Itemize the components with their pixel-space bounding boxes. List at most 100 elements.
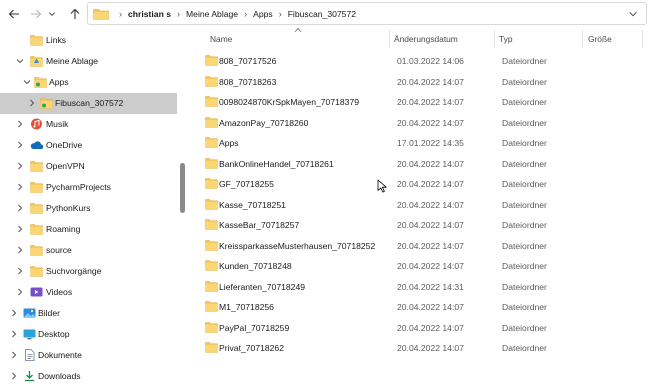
folder-icon bbox=[205, 321, 218, 333]
address-bar[interactable]: › christian s › Meine Ablage › Apps › Fi… bbox=[87, 2, 647, 25]
folder-icon bbox=[205, 219, 218, 230]
sidebar-item-source[interactable]: source bbox=[0, 240, 177, 261]
file-row[interactable]: KasseBar_70718257 20.04.2022 14:07 Datei… bbox=[202, 215, 642, 235]
file-date: 20.04.2022 14:31 bbox=[397, 281, 464, 292]
file-type: Dateiordner bbox=[502, 138, 547, 148]
column-header-size[interactable]: Größe bbox=[588, 28, 638, 50]
chevron-right-icon[interactable] bbox=[9, 329, 19, 339]
file-row[interactable]: AmazonPay_70718260 20.04.2022 14:07 Date… bbox=[202, 113, 642, 133]
file-row[interactable]: M1_70718256 20.04.2022 14:07 Dateiordner bbox=[202, 297, 642, 317]
music-icon bbox=[31, 118, 42, 130]
cloud-icon bbox=[30, 141, 43, 149]
sidebar-scrollbar-thumb[interactable] bbox=[180, 163, 185, 213]
sidebar-item-musik[interactable]: Musik bbox=[0, 114, 177, 135]
file-row[interactable]: Apps 17.01.2022 14:35 Dateiordner bbox=[202, 133, 642, 153]
chevron-right-icon[interactable] bbox=[27, 98, 37, 108]
google-drive-icon bbox=[30, 56, 43, 67]
column-header-label: Größe bbox=[588, 34, 612, 44]
chevron-right-icon[interactable] bbox=[15, 161, 25, 171]
address-history-chevron-icon[interactable] bbox=[628, 9, 638, 19]
chevron-right-icon[interactable] bbox=[9, 308, 19, 318]
file-row[interactable]: PayPal_70718259 20.04.2022 14:07 Dateior… bbox=[202, 318, 642, 338]
sidebar-item-roaming[interactable]: Roaming bbox=[0, 219, 177, 240]
file-type: Dateiordner bbox=[502, 97, 547, 107]
sidebar-item-desktop[interactable]: Desktop bbox=[0, 324, 177, 345]
chevron-down-icon[interactable] bbox=[22, 77, 32, 87]
chevron-right-icon[interactable] bbox=[15, 245, 25, 255]
file-row[interactable]: GF_70718255 20.04.2022 14:07 Dateiordner bbox=[202, 174, 642, 194]
file-type: Dateiordner bbox=[502, 302, 547, 312]
chevron-right-icon[interactable] bbox=[15, 203, 25, 213]
file-row[interactable]: Lieferanten_70718249 20.04.2022 14:31 Da… bbox=[202, 277, 642, 297]
folder-icon bbox=[205, 157, 218, 169]
sidebar-item-pythonkurs[interactable]: PythonKurs bbox=[0, 198, 177, 219]
chevron-right-icon[interactable] bbox=[9, 371, 19, 381]
up-button[interactable] bbox=[67, 6, 83, 22]
file-name: Lieferanten_70718249 bbox=[219, 281, 306, 292]
sidebar-item-label: Roaming bbox=[46, 224, 81, 234]
breadcrumb-fibuscan[interactable]: Fibuscan_307572 bbox=[288, 9, 356, 19]
sidebar-item-pycharmprojects[interactable]: PycharmProjects bbox=[0, 177, 177, 198]
chevron-right-icon[interactable] bbox=[9, 350, 19, 360]
folder-icon bbox=[30, 35, 43, 46]
sidebar-item-openvpn[interactable]: OpenVPN bbox=[0, 156, 177, 177]
chevron-right-icon[interactable] bbox=[15, 140, 25, 150]
chevron-right-icon[interactable] bbox=[15, 266, 25, 276]
sidebar-item-apps[interactable]: Apps bbox=[0, 72, 177, 93]
file-name: KasseBar_70718257 bbox=[219, 220, 300, 230]
file-row[interactable]: Kasse_70718251 20.04.2022 14:07 Dateiord… bbox=[202, 195, 642, 215]
sidebar-item-links[interactable]: Links bbox=[0, 30, 177, 51]
file-date: 20.04.2022 14:07 bbox=[397, 220, 464, 230]
file-row[interactable]: 808_70718263 20.04.2022 14:07 Dateiordne… bbox=[202, 72, 642, 92]
chevron-down-icon[interactable] bbox=[15, 56, 25, 66]
file-type: Dateiordner bbox=[502, 199, 547, 210]
folder-icon bbox=[205, 198, 218, 210]
file-name: Kasse_70718251 bbox=[219, 199, 286, 210]
sidebar-item-downloads[interactable]: Downloads bbox=[0, 366, 177, 387]
file-row[interactable]: Kunden_70718248 20.04.2022 14:07 Dateior… bbox=[202, 256, 642, 276]
chevron-right-icon[interactable] bbox=[15, 182, 25, 192]
folder-icon bbox=[30, 266, 43, 277]
chevron-right-icon[interactable] bbox=[15, 287, 25, 297]
column-divider[interactable] bbox=[389, 30, 390, 48]
file-date: 20.04.2022 14:07 bbox=[397, 322, 464, 333]
breadcrumb-christian[interactable]: christian s bbox=[128, 9, 171, 19]
column-divider[interactable] bbox=[582, 30, 583, 48]
sidebar-item-suchvorgaenge[interactable]: Suchvorgänge bbox=[0, 261, 177, 282]
file-name: 808_70717526 bbox=[219, 56, 277, 66]
folder-icon bbox=[30, 224, 43, 235]
column-header-label: Änderungsdatum bbox=[394, 34, 458, 44]
sidebar-item-label: Suchvorgänge bbox=[46, 266, 102, 276]
breadcrumb-meine-ablage[interactable]: Meine Ablage bbox=[186, 9, 238, 19]
sidebar-item-label: OpenVPN bbox=[46, 161, 85, 171]
documents-icon bbox=[25, 349, 35, 361]
recent-locations-button[interactable] bbox=[47, 6, 57, 22]
file-name: Kunden_70718248 bbox=[219, 261, 292, 271]
column-header-name[interactable]: Name bbox=[210, 28, 388, 50]
file-row[interactable]: BankOnlineHandel_70718261 20.04.2022 14:… bbox=[202, 154, 642, 174]
file-row[interactable]: 0098024870KrSpkMayen_70718379 20.04.2022… bbox=[202, 92, 642, 112]
sidebar-item-bilder[interactable]: Bilder bbox=[0, 303, 177, 324]
chevron-right-icon[interactable] bbox=[15, 119, 25, 129]
chevron-right-icon[interactable] bbox=[15, 224, 25, 234]
column-divider[interactable] bbox=[494, 30, 495, 48]
sidebar-item-label: Apps bbox=[49, 77, 69, 87]
sidebar-item-fibuscan[interactable]: Fibuscan_307572 bbox=[0, 93, 177, 114]
file-row[interactable]: Privat_70718262 20.04.2022 14:07 Dateior… bbox=[202, 338, 642, 358]
file-date: 20.04.2022 14:07 bbox=[397, 261, 464, 271]
file-name: 808_70718263 bbox=[219, 76, 277, 87]
column-divider[interactable] bbox=[642, 30, 643, 48]
file-row[interactable]: KreissparkasseMusterhausen_70718252 20.0… bbox=[202, 236, 642, 256]
sidebar-item-videos[interactable]: Videos bbox=[0, 282, 177, 303]
breadcrumb-apps[interactable]: Apps bbox=[253, 9, 273, 19]
forward-button[interactable] bbox=[28, 6, 44, 22]
sidebar-item-dokumente[interactable]: Dokumente bbox=[0, 345, 177, 366]
sidebar-item-onedrive[interactable]: OneDrive bbox=[0, 135, 177, 156]
sidebar-item-meine-ablage[interactable]: Meine Ablage bbox=[0, 51, 177, 72]
column-header-date[interactable]: Änderungsdatum bbox=[394, 28, 494, 50]
back-button[interactable] bbox=[6, 6, 22, 22]
file-row[interactable]: 808_70717526 01.03.2022 14:06 Dateiordne… bbox=[202, 51, 642, 71]
column-header-type[interactable]: Typ bbox=[499, 28, 579, 50]
folder-icon bbox=[205, 75, 218, 87]
file-name: Privat_70718262 bbox=[219, 343, 284, 353]
